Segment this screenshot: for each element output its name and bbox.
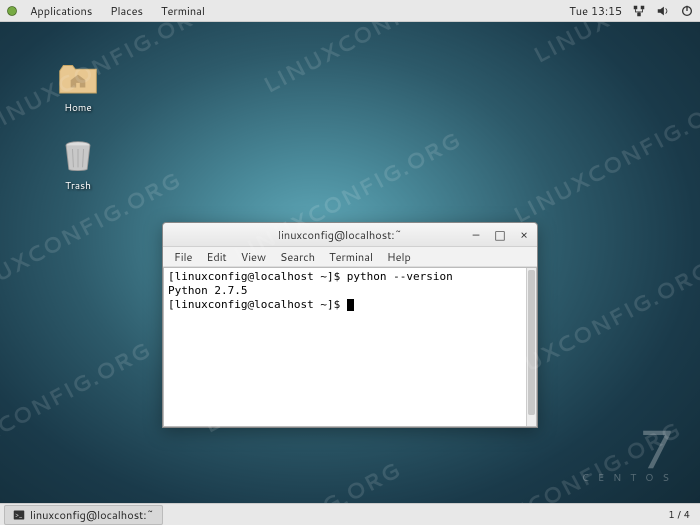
- watermark-text: LINUXCONFIG.ORG: [508, 84, 700, 231]
- distro-branding: 7 CENTOS: [582, 421, 678, 485]
- distro-icon: [6, 5, 18, 17]
- terminal-window[interactable]: linuxconfig@localhost:~ – □ × File Edit …: [162, 222, 538, 428]
- menu-terminal[interactable]: Terminal: [153, 0, 213, 22]
- desktop-icon-label: Home: [46, 101, 110, 115]
- distro-label: CENTOS: [582, 471, 678, 485]
- menu-terminal[interactable]: Terminal: [322, 247, 380, 267]
- terminal-body[interactable]: [linuxconfig@localhost ~]$ python --vers…: [163, 267, 537, 427]
- network-icon[interactable]: [632, 4, 646, 18]
- watermark-text: LINUXCONFIG.ORG: [0, 334, 156, 481]
- menu-view[interactable]: View: [234, 247, 273, 267]
- version-number: 7: [582, 421, 678, 475]
- scrollbar-thumb[interactable]: [528, 270, 535, 415]
- svg-text:>_: >_: [15, 511, 23, 520]
- menu-search[interactable]: Search: [273, 247, 322, 267]
- folder-home-icon: [56, 58, 100, 98]
- menu-file[interactable]: File: [167, 247, 199, 267]
- watermark-text: LINUXCONFIG.ORG: [258, 22, 497, 101]
- taskbar-item-terminal[interactable]: >_ linuxconfig@localhost:~: [4, 505, 163, 525]
- taskbar-item-label: linuxconfig@localhost:~: [30, 507, 154, 523]
- menu-help[interactable]: Help: [380, 247, 418, 267]
- desktop-icon-trash[interactable]: Trash: [46, 136, 110, 193]
- clock[interactable]: Tue 13:15: [569, 3, 622, 19]
- terminal-prompt: [linuxconfig@localhost ~]$: [168, 298, 347, 311]
- window-titlebar[interactable]: linuxconfig@localhost:~ – □ ×: [163, 223, 537, 247]
- terminal-cursor: [347, 299, 354, 311]
- close-button[interactable]: ×: [517, 226, 531, 243]
- desktop-icon-home[interactable]: Home: [46, 58, 110, 115]
- workspace-indicator[interactable]: 1 / 4: [662, 508, 696, 522]
- desktop-icon-label: Trash: [46, 179, 110, 193]
- terminal-menubar: File Edit View Search Terminal Help: [163, 247, 537, 267]
- bottom-panel: >_ linuxconfig@localhost:~ 1 / 4: [0, 503, 700, 525]
- top-panel-left: Applications Places Terminal: [6, 0, 213, 22]
- menu-applications[interactable]: Applications: [22, 0, 100, 22]
- trash-icon: [56, 136, 100, 176]
- watermark-text: LINUXCONFIG.ORG: [168, 454, 407, 503]
- maximize-button[interactable]: □: [493, 226, 507, 243]
- desktop[interactable]: Home Trash 7 CENTOS linuxconfig@localhos…: [0, 22, 700, 503]
- menu-places[interactable]: Places: [102, 0, 151, 22]
- menu-edit[interactable]: Edit: [199, 247, 233, 267]
- watermark-text: LINUXCONFIG.ORG: [528, 22, 700, 71]
- volume-icon[interactable]: [656, 4, 670, 18]
- top-panel: Applications Places Terminal Tue 13:15: [0, 0, 700, 22]
- terminal-line: [linuxconfig@localhost ~]$ python --vers…: [168, 270, 453, 283]
- terminal-scrollbar[interactable]: [526, 268, 536, 426]
- terminal-line: Python 2.7.5: [168, 284, 247, 297]
- top-panel-right: Tue 13:15: [569, 3, 694, 19]
- minimize-button[interactable]: –: [469, 226, 483, 243]
- window-title: linuxconfig@localhost:~: [211, 227, 469, 243]
- power-icon[interactable]: [680, 4, 694, 18]
- terminal-icon: >_: [13, 509, 25, 521]
